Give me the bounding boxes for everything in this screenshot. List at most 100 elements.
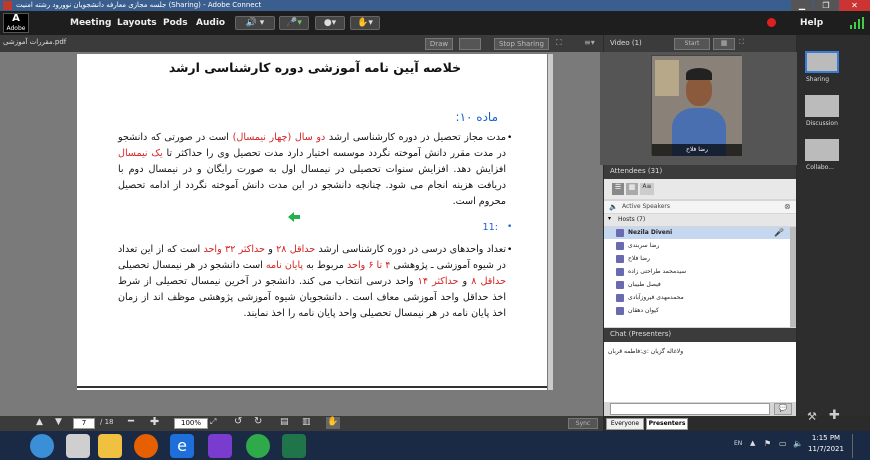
chat-title: Chat: [610, 330, 627, 338]
app-icon: [3, 1, 12, 10]
taskbar-app-icon[interactable]: [66, 434, 90, 458]
file-explorer-icon[interactable]: [98, 434, 122, 458]
zoom-select[interactable]: 100%: [174, 418, 208, 429]
send-message-icon[interactable]: 💬: [774, 403, 792, 415]
pan-hand-icon[interactable]: ✋: [326, 417, 340, 429]
active-speakers-label: Active Speakers: [622, 203, 670, 210]
tab-presenters[interactable]: Presenters: [646, 418, 688, 430]
host-row[interactable]: سیدمحمد طراحتی زاده: [608, 266, 788, 278]
collapse-speakers-icon[interactable]: ⊗: [784, 202, 791, 211]
pod-menu-icon[interactable]: ≡▾: [584, 38, 598, 50]
battery-icon[interactable]: ▭: [779, 439, 787, 448]
mic-button[interactable]: 🎤▾: [279, 16, 309, 30]
attendees-pod-header: Attendees (31): [604, 165, 796, 179]
add-layout-icon[interactable]: ✚: [829, 408, 840, 423]
clock[interactable]: 1:15 PM 11/7/2021: [803, 433, 849, 455]
firefox-icon[interactable]: [134, 434, 158, 458]
host-avatar-icon: [616, 281, 624, 289]
menu-pods[interactable]: Pods: [163, 13, 188, 33]
host-row[interactable]: فیصل طبیبان: [608, 279, 788, 291]
bullet-1-text-a: مدت مجاز تحصیل در دوره کارشناسی ارشد: [325, 132, 506, 143]
host-name: کیوان دهقان: [628, 307, 659, 314]
section-heading-11: :11: [482, 222, 498, 233]
share-file-label: pdf.مقررات آموزشی: [3, 38, 67, 46]
host-name: رضا سربندی: [628, 242, 660, 249]
window-title: جلسه مجازی معارفه دانشجویان نوورود رشته …: [16, 1, 262, 9]
chat-subtitle: (Presenters): [628, 330, 672, 338]
bullet-2-highlight-a: حداقل ۲۸: [276, 244, 316, 255]
attendees-count: (31): [647, 167, 663, 175]
chat-input[interactable]: [610, 403, 770, 415]
tray-up-icon[interactable]: ▲: [750, 439, 755, 447]
settings-icon[interactable]: ⚒: [807, 410, 817, 423]
prev-page-icon[interactable]: ▲: [36, 417, 43, 427]
layout-discussion-label[interactable]: Discussion: [806, 120, 838, 127]
menu-meeting[interactable]: Meeting: [70, 13, 111, 33]
sort-icon[interactable]: A≡: [640, 183, 654, 195]
fit-icon[interactable]: [459, 38, 481, 50]
bullet-2-text-d: مربوط به: [303, 260, 347, 271]
doc-scrollbar[interactable]: [548, 54, 553, 390]
bullet-2-highlight-e: حداقل ۸: [471, 276, 507, 287]
maximize-button[interactable]: ❐: [814, 0, 838, 11]
menu-help[interactable]: Help: [800, 13, 823, 33]
fit-width-icon[interactable]: ⤢: [210, 417, 216, 427]
excel-icon[interactable]: [282, 434, 306, 458]
draw-button[interactable]: Draw: [425, 38, 453, 50]
ie-icon[interactable]: e: [170, 434, 194, 458]
list-view-icon[interactable]: ☰: [612, 183, 624, 195]
show-desktop-button[interactable]: [852, 434, 858, 458]
single-page-icon[interactable]: ▤: [280, 417, 289, 427]
speaker-button[interactable]: 🔊 ▾: [235, 16, 275, 30]
camera-button[interactable]: ●▾: [315, 16, 345, 30]
zoom-in-icon[interactable]: ✚: [150, 415, 159, 428]
raise-hand-button[interactable]: ✋▾: [350, 16, 380, 30]
host-row[interactable]: محمدمهدی فیروزآبادی: [608, 292, 788, 304]
zoom-out-icon[interactable]: ━: [128, 416, 134, 427]
expand-chevron-icon[interactable]: ▾: [608, 215, 611, 222]
bullet-dot-1: •: [507, 133, 513, 143]
video-fullscreen-icon[interactable]: ⛶: [739, 38, 763, 50]
bullet-1-highlight-b: یک نیمسال: [118, 148, 163, 159]
layout-sharing-thumb[interactable]: [805, 51, 839, 73]
status-view-icon[interactable]: ▦: [626, 183, 638, 195]
attendees-scrollbar[interactable]: [790, 227, 796, 327]
network-icon[interactable]: ⚑: [764, 439, 771, 448]
host-row[interactable]: رضا سربندی: [608, 240, 788, 252]
sync-button[interactable]: Sync: [568, 418, 598, 429]
chrome-icon[interactable]: [246, 434, 270, 458]
record-indicator[interactable]: [767, 18, 776, 27]
video-count: (1): [631, 39, 642, 47]
start-button[interactable]: [30, 434, 54, 458]
minimize-button[interactable]: ▁: [791, 0, 813, 11]
media-player-icon[interactable]: [208, 434, 232, 458]
tab-everyone[interactable]: Everyone: [606, 418, 644, 430]
layout-collaboration-thumb[interactable]: [805, 139, 839, 161]
layout-collaboration-label[interactable]: Collabo...: [806, 164, 834, 171]
bullet-1-text-c: افزایش دهد. افزایش سنوات تحصیلی در نیمسا…: [118, 164, 506, 207]
layout-discussion-thumb[interactable]: [805, 95, 839, 117]
video-layout-icon[interactable]: ▦: [713, 38, 735, 50]
menu-layouts[interactable]: Layouts: [117, 13, 157, 33]
host-row[interactable]: Nezila Diveni: [608, 227, 788, 239]
page-number-input[interactable]: 7: [73, 418, 95, 429]
host-row[interactable]: رضا فلاح: [608, 253, 788, 265]
menu-audio[interactable]: Audio: [196, 13, 225, 33]
two-page-icon[interactable]: ▥: [302, 417, 311, 427]
stop-sharing-button[interactable]: Stop Sharing: [494, 38, 549, 50]
next-page-icon[interactable]: ▼: [55, 417, 62, 427]
attendees-title: Attendees: [610, 167, 646, 175]
rotate-right-icon[interactable]: ↻: [254, 416, 262, 427]
layout-sharing-label[interactable]: Sharing: [806, 76, 829, 83]
host-row[interactable]: کیوان دهقان: [608, 305, 788, 317]
bullet-2-highlight-b: حداکثر ۳۲ واحد: [203, 244, 265, 255]
rotate-left-icon[interactable]: ↺: [234, 416, 242, 427]
close-window-button[interactable]: ✕: [839, 0, 870, 11]
start-video-button[interactable]: Start: [674, 38, 710, 50]
language-indicator[interactable]: EN: [734, 440, 742, 447]
fullscreen-icon[interactable]: ⛶: [556, 38, 570, 50]
video-caption: رضا فلاح: [652, 144, 742, 156]
hosts-group-row[interactable]: Hosts (7): [604, 214, 796, 226]
doc-title: خلاصه آیین نامه آموزشی دوره کارشناسی ارش…: [168, 60, 462, 75]
volume-icon[interactable]: 🔈: [793, 439, 803, 448]
